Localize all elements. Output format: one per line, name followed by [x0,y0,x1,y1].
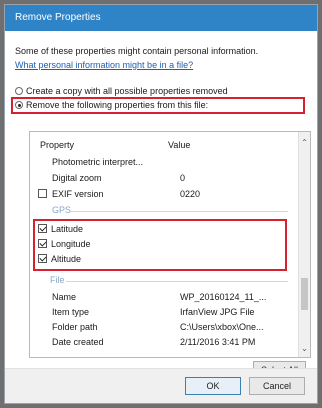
property-name: Name [52,292,77,302]
create-copy-label[interactable]: Create a copy with all possible properti… [26,86,228,96]
gps-item-altitude: Altitude [51,254,82,264]
list-scrollbar[interactable]: ⌃ ⌄ [298,132,310,357]
title-bar: Remove Properties [5,5,317,31]
cancel-button[interactable]: Cancel [249,377,305,395]
property-name: EXIF version [52,189,104,199]
property-name: Photometric interpret... [52,157,144,167]
group-divider [70,211,288,212]
info-link[interactable]: What personal information might be in a … [15,60,193,70]
group-header-gps: GPS [52,205,72,215]
property-value: C:\Users\xbox\One... [180,322,264,332]
dialog-body: Some of these properties might contain p… [5,31,317,403]
scroll-thumb[interactable] [301,278,308,310]
altitude-checkbox[interactable] [38,254,47,263]
property-value: 0220 [180,189,201,199]
property-value: 0 [180,173,186,183]
scroll-up-icon[interactable]: ⌃ [299,138,310,147]
remove-properties-dialog: Remove Properties Some of these properti… [4,4,318,404]
column-header-property[interactable]: Property [40,140,74,150]
column-header-value[interactable]: Value [168,140,190,150]
property-name: Item type [52,307,90,317]
property-name: Date created [52,337,104,347]
exif-version-checkbox[interactable] [38,189,47,198]
ok-button[interactable]: OK [185,377,241,395]
remove-properties-label[interactable]: Remove the following properties from thi… [26,100,208,110]
info-text: Some of these properties might contain p… [15,46,259,56]
property-value: WP_20160124_11_... [180,292,267,302]
dialog-footer: OK Cancel [5,368,317,403]
property-name: Folder path [52,322,98,332]
scroll-down-icon[interactable]: ⌄ [299,344,310,353]
property-name: Digital zoom [52,173,102,183]
gps-item-longitude: Longitude [51,239,91,249]
properties-list[interactable]: Property Value Photometric interpret... … [29,131,311,358]
gps-item-latitude: Latitude [51,224,84,234]
property-value: 2/11/2016 3:41 PM [180,337,256,347]
create-copy-radio[interactable] [15,87,23,95]
group-header-file: File [50,275,65,285]
dialog-title: Remove Properties [15,12,101,23]
property-value: IrfanView JPG File [180,307,255,317]
longitude-checkbox[interactable] [38,239,47,248]
latitude-checkbox[interactable] [38,224,47,233]
remove-properties-radio[interactable] [15,101,23,109]
group-divider [66,281,288,282]
